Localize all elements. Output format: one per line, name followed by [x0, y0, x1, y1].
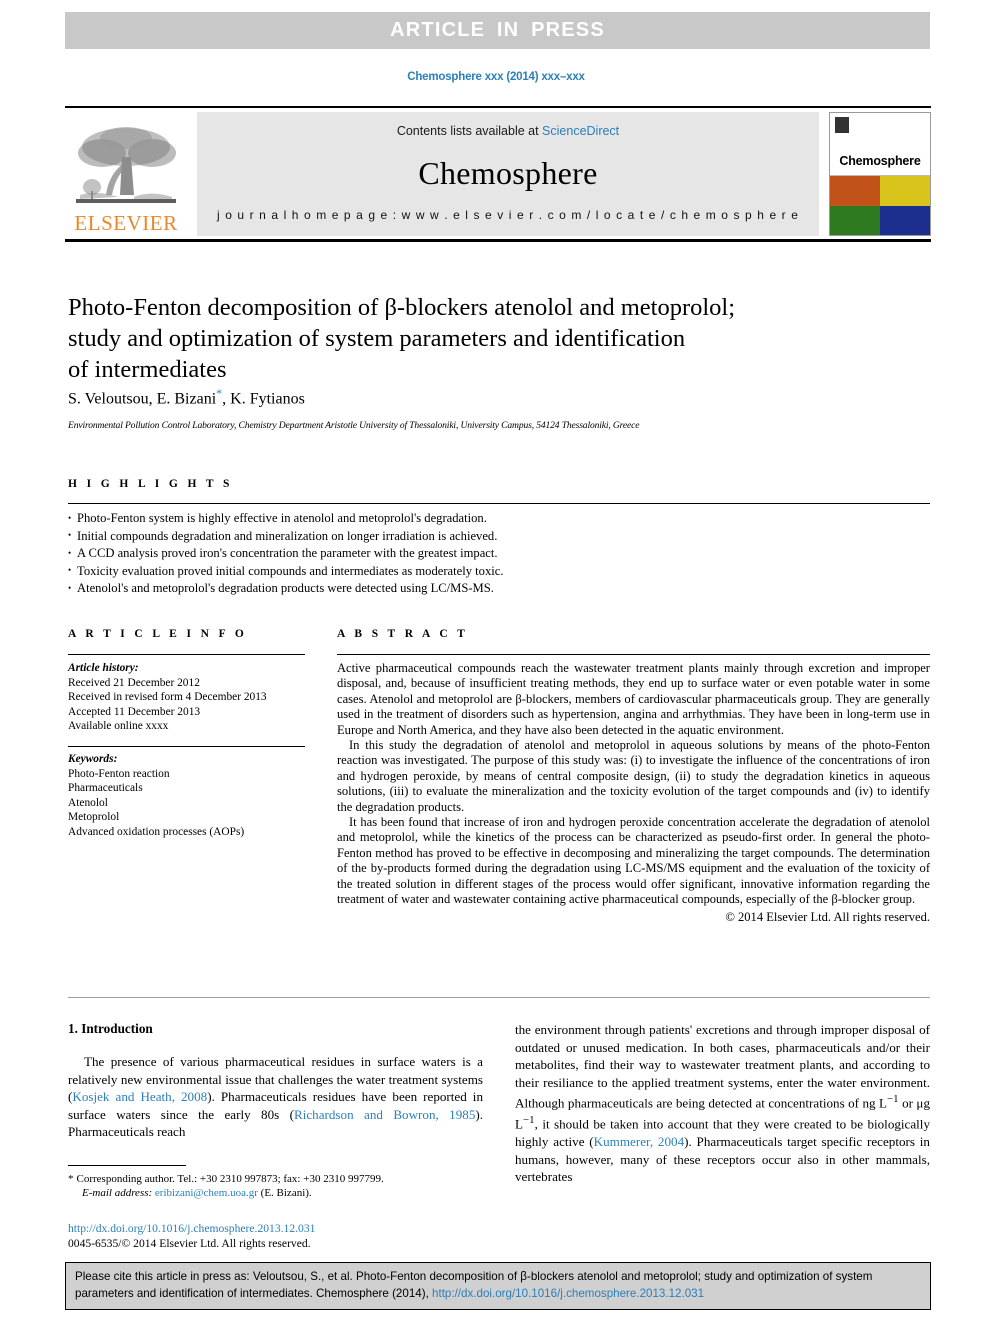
- article-info-column: Article history: Received 21 December 20…: [68, 661, 313, 840]
- paper-page: ARTICLE IN PRESS Chemosphere xxx (2014) …: [0, 0, 992, 1323]
- abstract-heading: A B S T R A C T: [337, 628, 469, 640]
- citation-link-kosjek[interactable]: Kosjek and Heath, 2008: [72, 1089, 207, 1104]
- list-item: Atenolol's and metoprolol's degradation …: [68, 580, 930, 598]
- footnote-corresponding-text: Corresponding author. Tel.: +30 2310 997…: [76, 1173, 384, 1185]
- contents-lists-prefix: Contents lists available at: [396, 124, 543, 138]
- list-item: Toxicity evaluation proved initial compo…: [68, 562, 930, 581]
- cover-tile-3: [830, 205, 880, 235]
- affiliation: Environmental Pollution Control Laborato…: [68, 420, 640, 431]
- journal-cover-thumbnail[interactable]: Chemosphere: [829, 112, 931, 236]
- article-history-item: Received in revised form 4 December 2013: [68, 691, 267, 704]
- journal-masthead: ELSEVIER Contents lists available at Sci…: [65, 106, 931, 236]
- abstract-paragraph: In this study the degradation of atenolo…: [337, 738, 930, 814]
- article-history-item: Accepted 11 December 2013: [68, 705, 201, 718]
- article-in-press-banner: ARTICLE IN PRESS: [65, 12, 930, 49]
- footnote-block: * Corresponding author. Tel.: +30 2310 99…: [68, 1172, 498, 1201]
- running-head: Chemosphere xxx (2014) xxx–xxx: [407, 71, 585, 83]
- cite-this-article-box: Please cite this article in press as: Ve…: [65, 1262, 931, 1310]
- abstract-copyright: © 2014 Elsevier Ltd. All rights reserved…: [725, 909, 930, 924]
- elsevier-logo: ELSEVIER: [65, 112, 187, 236]
- article-history-item: Available online xxxx: [68, 720, 169, 733]
- elsevier-mini-logo-icon: [835, 117, 849, 133]
- cover-top: Chemosphere: [830, 113, 930, 176]
- sciencedirect-box: Contents lists available at ScienceDirec…: [197, 112, 819, 236]
- list-item: Photo-Fenton system is highly effective …: [68, 510, 930, 528]
- cover-tile-4: [880, 205, 930, 235]
- article-info-rule: [68, 654, 305, 656]
- email-owner: (E. Bizani).: [260, 1187, 312, 1200]
- list-item: A CCD analysis proved iron's concentrati…: [68, 545, 930, 563]
- keyword-item: Advanced oxidation processes (AOPs): [68, 826, 245, 839]
- footnote-star-marker: *: [68, 1173, 74, 1185]
- cover-image-grid: [830, 176, 930, 235]
- cover-journal-title: Chemosphere: [839, 154, 921, 168]
- email-link[interactable]: eribizani@chem.uoa.gr: [155, 1187, 258, 1199]
- journal-title: Chemosphere: [418, 154, 598, 191]
- email-address-label: E-mail address:: [82, 1187, 153, 1200]
- keywords-heading: Keywords:: [68, 753, 118, 766]
- masthead-bottom-rule: [65, 239, 931, 242]
- authors-part-2: , K. Fytianos: [222, 390, 305, 408]
- keyword-item: Photo-Fenton reaction: [68, 767, 170, 780]
- introduction-heading: 1. Introduction: [68, 1021, 153, 1036]
- keyword-item: Atenolol: [68, 796, 108, 809]
- issn-copyright-line: 0045-6535/© 2014 Elsevier Ltd. All right…: [68, 1236, 311, 1250]
- list-item: Initial compounds degradation and minera…: [68, 527, 930, 546]
- introduction-right-column: the environment through patients' excret…: [515, 1021, 930, 1186]
- cover-tile-1: [830, 176, 880, 206]
- elsevier-tree-icon: [76, 127, 176, 203]
- page-title: Photo-Fenton decomposition of β-blockers…: [68, 292, 828, 385]
- sciencedirect-link[interactable]: ScienceDirect: [542, 124, 619, 138]
- citation-link-richardson[interactable]: Richardson and Bowron, 1985: [294, 1107, 475, 1122]
- journal-homepage-line[interactable]: j o u r n a l h o m e p a g e : w w w . …: [217, 208, 799, 222]
- authors-part-1: S. Veloutsou, E. Bizani: [68, 390, 217, 408]
- contents-lists-line: Contents lists available at ScienceDirec…: [397, 124, 619, 138]
- article-in-press-label: ARTICLE IN PRESS: [390, 19, 605, 41]
- keyword-item: Pharmaceuticals: [68, 782, 143, 795]
- abstract-rule: [337, 654, 930, 656]
- introduction-paragraph: The presence of various pharmaceutical r…: [68, 1053, 483, 1141]
- title-line-1: Photo-Fenton decomposition of β-blockers…: [68, 294, 736, 321]
- abstract-paragraph: Active pharmaceutical compounds reach th…: [337, 661, 930, 737]
- author-list: S. Veloutsou, E. Bizani*, K. Fytianos: [68, 386, 828, 408]
- body-separator-rule: [68, 997, 930, 998]
- unit-exponent: −1: [887, 1093, 899, 1106]
- intro-right-text-a: the environment through patients' excret…: [515, 1022, 930, 1111]
- abstract-column: Active pharmaceutical compounds reach th…: [337, 661, 930, 925]
- article-info-heading: A R T I C L E I N F O: [68, 628, 248, 640]
- introduction-left-column: 1. Introduction The presence of various …: [68, 1021, 483, 1141]
- doi-link[interactable]: http://dx.doi.org/10.1016/j.chemosphere.…: [68, 1222, 315, 1235]
- article-history-item: Received 21 December 2012: [68, 676, 200, 689]
- footnote-corresponding-line: * Corresponding author. Tel.: +30 2310 99…: [68, 1172, 498, 1186]
- highlights-list: Photo-Fenton system is highly effective …: [68, 510, 930, 598]
- doi-block: http://dx.doi.org/10.1016/j.chemosphere.…: [68, 1222, 498, 1251]
- footnote-email-line: E-mail address: eribizani@chem.uoa.gr (E…: [68, 1186, 498, 1200]
- article-history-heading: Article history:: [68, 662, 139, 674]
- introduction-paragraph: the environment through patients' excret…: [515, 1021, 930, 1186]
- highlights-rule: [68, 503, 930, 505]
- keywords-rule: [68, 745, 305, 748]
- title-line-2: study and optimization of system paramet…: [68, 325, 686, 352]
- cover-tile-2: [880, 176, 930, 206]
- title-line-3: of intermediates: [68, 356, 227, 383]
- citation-link-kummerer[interactable]: Kummerer, 2004: [594, 1134, 684, 1149]
- highlights-heading: H I G H L I G H T S: [68, 478, 233, 490]
- cite-doi-link[interactable]: http://dx.doi.org/10.1016/j.chemosphere.…: [432, 1287, 704, 1300]
- keyword-item: Metoprolol: [68, 811, 120, 824]
- elsevier-wordmark: ELSEVIER: [74, 211, 178, 235]
- unit-exponent: −1: [523, 1114, 535, 1127]
- footnote-rule: [68, 1165, 186, 1167]
- abstract-paragraph: It has been found that increase of iron …: [337, 815, 930, 907]
